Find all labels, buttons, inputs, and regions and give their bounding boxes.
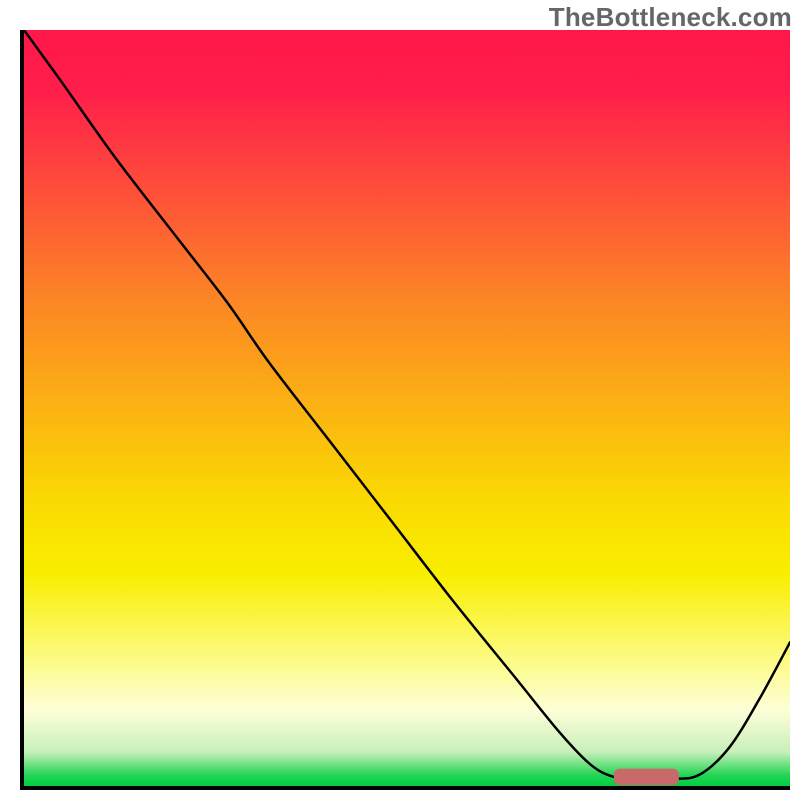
optimal-range-marker	[614, 769, 679, 786]
plot-area	[20, 30, 790, 790]
gradient-background	[24, 30, 790, 786]
plot-svg	[24, 30, 790, 786]
chart-root: TheBottleneck.com	[0, 0, 800, 800]
watermark-text: TheBottleneck.com	[549, 2, 792, 33]
